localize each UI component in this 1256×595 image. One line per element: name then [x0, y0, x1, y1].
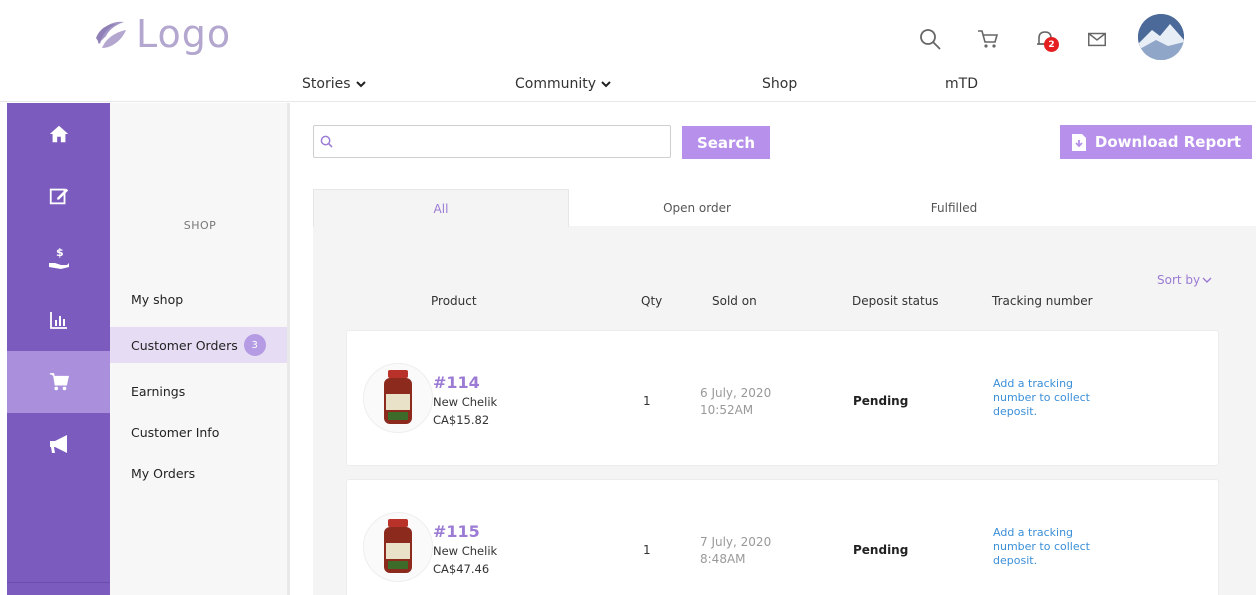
edit-icon[interactable] [7, 165, 110, 227]
column-tracking-number: Tracking number [992, 294, 1093, 308]
notification-badge: 2 [1044, 37, 1059, 52]
nav-community[interactable]: Community [515, 76, 612, 92]
column-qty: Qty [641, 294, 663, 308]
sold-on: 6 July, 2020 10:52AM [700, 385, 810, 419]
megaphone-icon[interactable] [7, 413, 110, 475]
subnav-item-my-orders[interactable]: My Orders [110, 455, 287, 491]
column-sold-on: Sold on [712, 294, 757, 308]
product-image [363, 363, 433, 433]
sort-by-dropdown[interactable]: Sort by [1157, 273, 1212, 287]
subnav-label: My shop [131, 291, 184, 307]
subnav-label: Earnings [131, 383, 186, 399]
cart-icon[interactable] [7, 351, 110, 413]
download-report-label: Download Report [1094, 133, 1242, 151]
home-icon[interactable] [7, 103, 110, 165]
product-image [363, 512, 433, 582]
order-qty: 1 [643, 394, 651, 408]
avatar[interactable] [1138, 14, 1184, 60]
svg-text:$: $ [56, 246, 64, 259]
logo-text: Logo [136, 12, 232, 56]
order-qty: 1 [643, 543, 651, 557]
order-id-link[interactable]: #115 [433, 522, 480, 541]
subnav-item-my-shop[interactable]: My shop [110, 281, 287, 317]
top-navigation: Stories Community Shop mTD [0, 76, 1256, 102]
sold-time: 8:48AM [700, 552, 746, 566]
logo[interactable]: Logo [90, 14, 231, 54]
deposit-status: Pending [853, 394, 909, 408]
nav-stories[interactable]: Stories [302, 76, 367, 92]
sold-on: 7 July, 2020 8:48AM [700, 534, 810, 568]
chevron-down-icon [1202, 277, 1212, 283]
mail-icon[interactable] [1084, 26, 1110, 52]
column-deposit-status: Deposit status [852, 294, 939, 308]
money-hand-icon[interactable]: $ [7, 227, 110, 289]
subnav-label: Customer Orders [131, 337, 238, 353]
tab-all[interactable]: All [313, 189, 569, 227]
chevron-down-icon [601, 81, 611, 88]
sold-time: 10:52AM [700, 403, 754, 417]
subnav-label: Customer Info [131, 424, 220, 440]
nav-label: Shop [762, 76, 798, 92]
subnav-label: My Orders [131, 465, 196, 481]
tab-fulfilled[interactable]: Fulfilled [825, 189, 1083, 227]
subnav-item-customer-orders[interactable]: Customer Orders 3 [110, 327, 287, 363]
tab-open-order[interactable]: Open order [569, 189, 825, 227]
count-badge: 3 [243, 334, 266, 356]
nav-shop[interactable]: Shop [762, 76, 797, 92]
sort-label: Sort by [1157, 273, 1201, 287]
download-report-button[interactable]: Download Report [1060, 125, 1252, 159]
sidebar-divider [7, 582, 110, 583]
cart-icon[interactable] [975, 26, 1001, 52]
search-input[interactable] [339, 127, 670, 156]
sold-date: 7 July, 2020 [700, 535, 772, 549]
column-product: Product [431, 294, 477, 308]
product-name: New Chelik [433, 395, 498, 409]
icon-sidebar: $ [7, 103, 110, 595]
download-file-icon [1071, 133, 1086, 151]
logo-mark-icon [96, 21, 126, 48]
nav-label: Community [515, 76, 597, 92]
add-tracking-link[interactable]: Add a tracking number to collect deposit… [993, 526, 1113, 568]
deposit-status: Pending [853, 543, 909, 557]
add-tracking-link[interactable]: Add a tracking number to collect deposit… [993, 377, 1113, 419]
nav-label: Stories [302, 76, 351, 92]
product-price: CA$15.82 [433, 413, 490, 427]
bell-icon[interactable]: 2 [1032, 26, 1059, 52]
search-icon [320, 135, 333, 148]
sold-date: 6 July, 2020 [700, 386, 772, 400]
subnav-item-customer-info[interactable]: Customer Info [110, 414, 287, 450]
subnav-item-earnings[interactable]: Earnings [110, 373, 287, 409]
search-field [313, 125, 671, 158]
order-id-link[interactable]: #114 [433, 373, 480, 392]
table-row: #114 New Chelik CA$15.82 1 6 July, 2020 … [346, 330, 1219, 466]
nav-mtd[interactable]: mTD [945, 76, 978, 92]
product-name: New Chelik [433, 544, 498, 558]
search-icon[interactable] [917, 26, 943, 52]
table-row: #115 New Chelik CA$47.46 1 7 July, 2020 … [346, 479, 1219, 595]
search-button[interactable]: Search [682, 126, 770, 159]
chart-icon[interactable] [7, 289, 110, 351]
nav-label: mTD [945, 76, 978, 92]
section-title: SHOP [183, 219, 217, 232]
chevron-down-icon [355, 81, 366, 88]
order-tabs: All Open order Fulfilled [313, 189, 1083, 227]
shop-subnav: SHOP My shop Customer Orders 3 Earnings … [110, 103, 290, 595]
product-price: CA$47.46 [433, 562, 490, 576]
